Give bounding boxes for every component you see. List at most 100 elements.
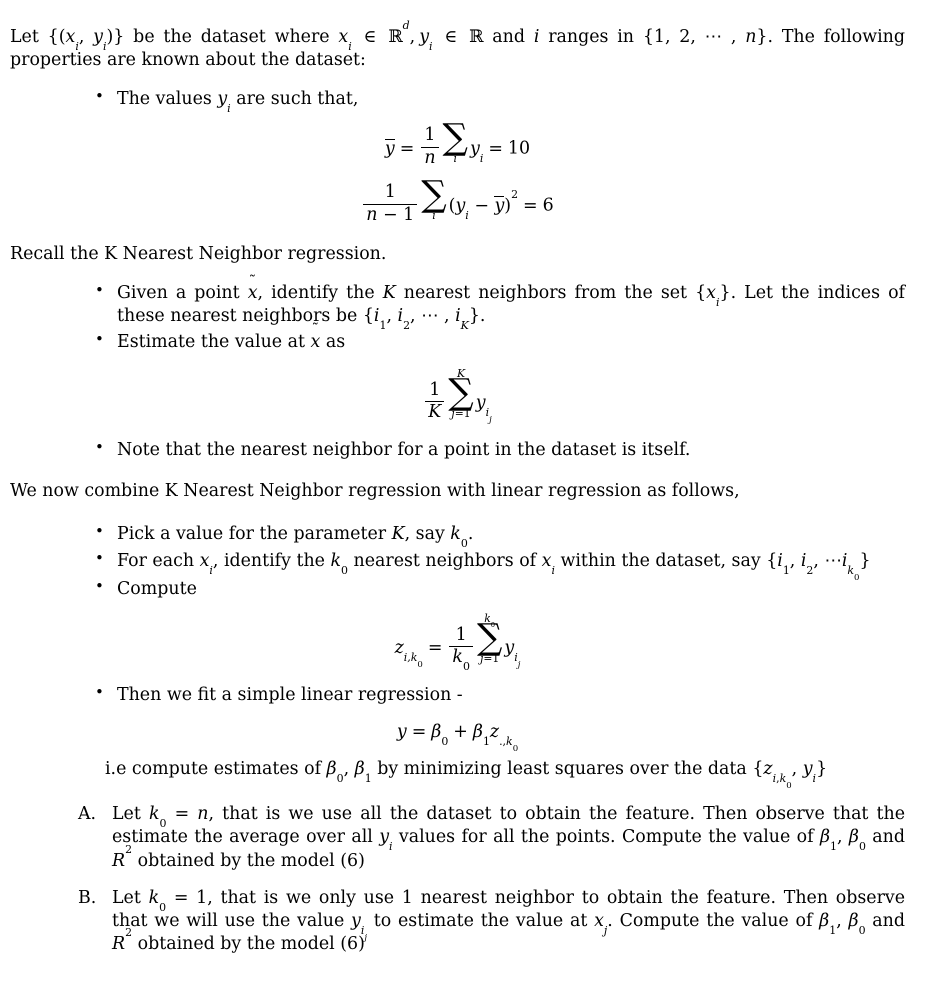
intro-text-mid1: be the dataset where [124,27,339,47]
variable-yij: yij [351,910,368,943]
bullet-given-point: Given a point x˜, identify the K nearest… [87,272,905,333]
ie-p2: by minimizing least squares over the dat… [371,759,753,780]
set-xi: {xi} [695,283,731,310]
item-marker-a: A. [78,804,97,825]
note-bullet-list: Note that the nearest neighbor for a poi… [10,438,905,462]
dataset-set-notation: {(xi, yi)} [47,27,125,53]
x-tilde: x ˜ [247,272,258,304]
K-variable: K [391,524,405,545]
question-item-b: B. Let k0 = 1, that is we only use 1 near… [78,887,905,956]
summation-over-i: ∑ i [442,117,468,166]
bullet-estimate-value: Estimate the value at x˜ as [87,321,905,354]
bullet-pick-p1: Pick a value for the parameter [117,524,392,545]
k0-variable: k0 [330,551,348,578]
xi-variable: xi [199,551,213,578]
bullet-foreach-p2: , identify the [212,551,331,572]
intro-text-mid3: and [483,27,534,47]
bullet-estimate-p2: as [320,331,346,352]
equation-linear-regression: y = β0 + β1z.,k0 [396,722,519,754]
set-indices: {i1, i2, ⋯ , iK} [362,306,480,333]
variable-xj: xj [594,910,608,937]
bullet-values-text-before: The values [117,89,218,110]
bullet-compute: Compute [87,577,905,601]
equation-z: zi,k0= 1 k0 k0 ∑ j=1 yij [394,611,521,674]
item-b-p4: . Compute the value of [607,910,820,931]
knn-bullet-list: Given a point x˜, identify the K nearest… [10,272,905,354]
summation-j-to-k0: k0 ∑ j=1 [476,611,503,665]
bullet-values: The values yi are such that, [87,87,905,116]
question-items-list: A. Let k0 = n, that is we use all the dat… [10,803,905,956]
beta1-z-term: β1z.,k0 [472,722,519,754]
fit-bullet-list: Then we fit a simple linear regression - [10,683,905,707]
beta0-term: β0 [431,722,449,749]
variable-yi: yi [217,89,231,116]
bullet-given-p1: Given a point [117,283,248,304]
item-a-p5: obtained by the model (6) [132,850,365,871]
item-a-equation: k0 = n [148,804,209,831]
ie-paragraph: i.e compute estimates of β0, β1 by minim… [105,758,905,792]
equation-variance: 1n − 1 ∑ i (yi − y)2= 6 [10,174,905,225]
index-range-set: {1, 2, ⋯ , n} [642,27,768,47]
properties-bullet-list: The values yi are such that, [10,87,905,116]
fraction-one-over-K: 1K [425,380,445,423]
item-b-equation: k0 = 1 [148,887,208,914]
item-a-p3: values for all the points. Compute the v… [392,827,820,848]
intro-text-mid4: ranges in [539,27,643,47]
question-item-a: A. Let k0 = n, that is we use all the dat… [78,803,905,872]
linreg-lhs: y [396,722,407,743]
mean-summand: yi [470,138,484,165]
equation-knn-estimate: 1 K K ∑ j=1 yij [10,366,905,426]
ie-p1: i.e compute estimates of [105,759,327,780]
mean-value: 10 [507,138,531,159]
fraction-one-over-n: 1n [421,125,439,168]
bullet-given-p5: . [479,306,486,327]
item-a-p4: and [865,827,905,848]
mean-lhs: y [384,138,395,159]
item-b-p5: and [865,910,905,931]
bullet-foreach-p1: For each [117,551,200,572]
procedure-bullet-list: Pick a value for the parameter K, say k0… [10,522,905,601]
bullet-pick-p2: , say [404,524,451,545]
bullet-pick-k: Pick a value for the parameter K, say k0… [87,522,905,549]
combine-paragraph: We now combine K Nearest Neighbor regres… [10,481,740,502]
intro-text-before: Let [10,27,48,47]
fraction-one-over-n-minus-1: 1n − 1 [363,182,418,225]
condition-xi: xi ∈ ℝd [338,19,410,53]
document-page: Let {(xi, yi)} be the dataset where xi ∈… [0,0,941,956]
bullet-fit-regression: Then we fit a simple linear regression - [87,683,905,707]
variance-value: 6 [542,195,554,216]
bullet-estimate-p1: Estimate the value at [117,331,311,352]
x-tilde: x ˜ [310,321,321,352]
bullet-foreach-p4: within the dataset, say [554,551,767,572]
bullet-pick-p3: . [467,524,474,545]
bullet-given-p3: nearest neighbors from the set [395,283,696,304]
z-summand: yij [504,638,521,671]
bullet-note: Note that the nearest neighbor for a poi… [87,438,905,462]
item-a-betas: β1, β0 [819,827,866,854]
z-lhs: zi,k0 [394,638,423,671]
item-marker-b: B. [78,887,97,908]
xi-variable: xi [541,551,555,578]
bullet-values-text-after: are such that, [230,89,359,110]
equation-mean: y = 1 n ∑ i yi = 10 [384,117,531,168]
K-variable: K [382,283,396,304]
bullet-given-p2: , identify the [257,283,383,304]
variable-yi: yi [379,827,393,854]
item-b-r2: R2 [112,926,133,955]
item-b-p1: Let [112,887,149,908]
item-b-p3: to estimate the value at [367,910,595,931]
item-b-betas: β1, β0 [819,910,866,937]
item-a-p1: Let [112,804,149,825]
bullet-foreach-xi: For each xi, identify the k0 nearest nei… [87,549,905,584]
recall-paragraph: Recall the K Nearest Neighbor regression… [10,244,387,265]
set-indices-k0: {i1, i2, ⋯ik0} [766,551,871,584]
item-a-r2: R2 [112,842,133,871]
beta-estimates: β0, β1 [326,759,372,786]
summation-j-to-K: K ∑ j=1 [448,366,474,420]
knn-summand: yij [475,393,492,426]
data-pair-set: {zi,k0, yi} [752,759,828,792]
item-b-p6: obtained by the model (6) [132,934,365,955]
summation-over-i: ∑ i [421,174,447,222]
bullet-foreach-p3: nearest neighbors of [348,551,542,572]
intro-paragraph: Let {(xi, yi)} be the dataset where xi ∈… [10,19,906,71]
